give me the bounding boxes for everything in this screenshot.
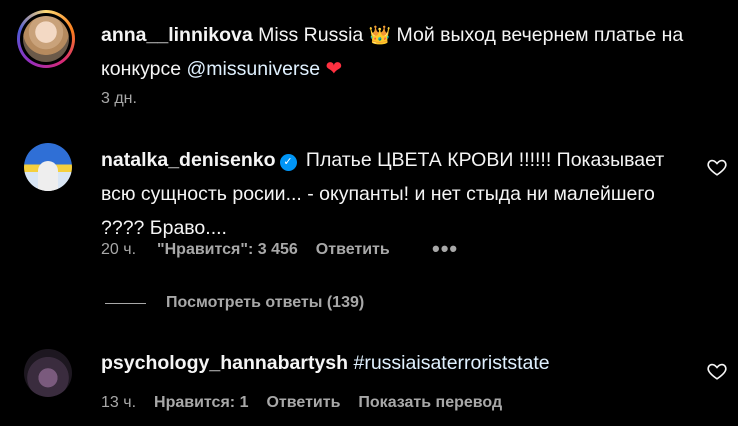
caption-meta: 3 дн. [101, 90, 137, 108]
comment-username[interactable]: natalka_denisenko [101, 149, 276, 171]
heart-outline-icon[interactable] [706, 360, 728, 382]
comment-text: natalka_denisenko ✓ Платье ЦВЕТА КРОВИ !!… [101, 143, 691, 245]
caption-text-before: Miss Russia [258, 24, 364, 46]
caption-text: anna__linnikova Miss Russia 👑 Мой выход … [101, 18, 701, 86]
caption-username[interactable]: anna__linnikova [101, 24, 253, 46]
likes-count[interactable]: "Нравится": 3 456 [157, 241, 298, 259]
comment-time[interactable]: 20 ч. [101, 241, 136, 259]
caption-mention[interactable]: @missuniverse [187, 58, 321, 80]
replies-divider [105, 303, 146, 304]
avatar[interactable] [24, 349, 72, 397]
comment-meta: 13 ч. Нравится: 1 Ответить Показать пере… [101, 394, 502, 412]
comment-text: psychology_hannabartysh #russiaisaterror… [101, 346, 701, 380]
comment-meta: 20 ч. "Нравится": 3 456 Ответить [101, 241, 390, 259]
avatar[interactable] [24, 143, 72, 191]
translate-button[interactable]: Показать перевод [358, 394, 502, 412]
likes-count[interactable]: Нравится: 1 [154, 394, 248, 412]
comment-hashtag[interactable]: #russiaisaterroriststate [354, 352, 550, 374]
caption-time[interactable]: 3 дн. [101, 90, 137, 108]
avatar[interactable] [17, 10, 75, 68]
comment-time[interactable]: 13 ч. [101, 394, 136, 412]
reply-button[interactable]: Ответить [316, 241, 390, 259]
crown-icon: 👑 [368, 25, 392, 45]
reply-button[interactable]: Ответить [266, 394, 340, 412]
heart-icon: ❤ [325, 58, 343, 80]
verified-icon: ✓ [279, 154, 297, 171]
heart-outline-icon[interactable] [706, 156, 728, 178]
comment-username[interactable]: psychology_hannabartysh [101, 352, 348, 374]
view-replies-button[interactable]: Посмотреть ответы (139) [166, 294, 364, 312]
more-options-icon[interactable]: ••• [432, 236, 458, 262]
